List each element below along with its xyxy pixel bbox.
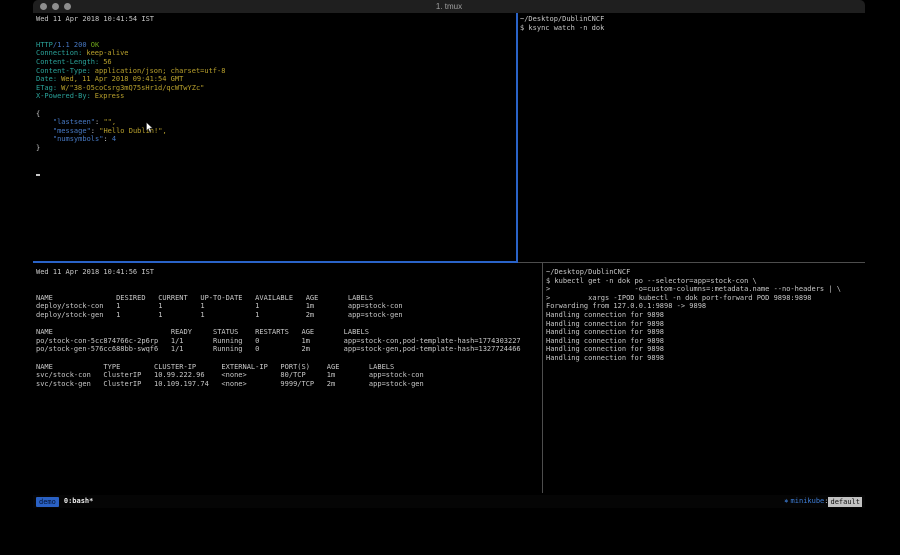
prompt-line (36, 170, 514, 179)
http-header-x-powered-by: X-Powered-By:Express (36, 92, 514, 101)
blank-line (36, 161, 514, 170)
pane-border-horizontal[interactable] (518, 262, 865, 263)
blank-line (36, 101, 514, 110)
traffic-lights (40, 3, 71, 10)
connection-line: Handling connection for 9898 (546, 345, 863, 354)
connection-line: Handling connection for 9898 (546, 328, 863, 337)
table-row: svc/stock-con ClusterIP 10.99.222.96 <no… (36, 371, 540, 380)
table-row: deploy/stock-gen 1 1 1 1 2m app=stock-ge… (36, 311, 540, 320)
desktop-background: 1. tmux Wed 11 Apr 2018 10:41:54 IST HTT… (0, 0, 900, 555)
blank-line (36, 32, 514, 41)
terminal-window: 1. tmux Wed 11 Apr 2018 10:41:54 IST HTT… (33, 0, 865, 509)
http-header-content-type: Content-Type:application/json; charset=u… (36, 67, 514, 76)
http-header-date: Date:Wed, 11 Apr 2018 09:41:54 GMT (36, 75, 514, 84)
pod-table-header: NAME READY STATUS RESTARTS AGE LABELS (36, 328, 540, 337)
pane-kubectl-watch[interactable]: Wed 11 Apr 2018 10:41:56 IST NAME DESIRE… (36, 268, 540, 493)
pane-border-vertical[interactable] (542, 263, 543, 493)
json-field-lastseen: "lastseen": "", (36, 118, 514, 127)
table-row: po/stock-gen-576cc688bb-swqf6 1/1 Runnin… (36, 345, 540, 354)
blank-line (36, 153, 514, 162)
http-keyword: HTTP (36, 41, 53, 49)
timestamp-line: Wed 11 Apr 2018 10:41:54 IST (36, 15, 514, 24)
connection-line: Handling connection for 9898 (546, 337, 863, 346)
pane-port-forward[interactable]: ~/Desktop/DublinCNCF $ kubectl get -n do… (546, 268, 863, 493)
status-right: ⎈ minikube : default (784, 495, 862, 508)
svc-table-header: NAME TYPE CLUSTER-IP EXTERNAL-IP PORT(S)… (36, 363, 540, 372)
status-left: demo 0:bash* (36, 495, 93, 508)
helm-icon: ⎈ (784, 495, 788, 508)
connection-line: Handling connection for 9898 (546, 354, 863, 363)
json-close-brace: } (36, 144, 514, 153)
table-row: svc/stock-gen ClusterIP 10.109.197.74 <n… (36, 380, 540, 389)
http-reason: OK (91, 41, 99, 49)
deploy-table-header: NAME DESIRED CURRENT UP-TO-DATE AVAILABL… (36, 294, 540, 303)
pane-border-active-horizontal[interactable] (33, 261, 518, 263)
cwd-line: ~/Desktop/DublinCNCF (546, 268, 863, 277)
pane-border-active-vertical[interactable] (516, 13, 518, 262)
http-header-etag: ETag:W/"38-O5coCsrg3mQ75sHr1d/qcWTwYZc" (36, 84, 514, 93)
minimize-button[interactable] (52, 3, 59, 10)
blank-line (36, 285, 540, 294)
command-line: $ ksync watch -n dok (520, 24, 863, 33)
command-continuation-line: > xargs -IPOD kubectl -n dok port-forwar… (546, 294, 863, 303)
json-field-message: "message": "Hello Dublin!", (36, 127, 514, 136)
mouse-pointer-icon (146, 122, 154, 133)
command-line: $ kubectl get -n dok po --selector=app=s… (546, 277, 863, 286)
json-field-numsymbols: "numsymbols": 4 (36, 135, 514, 144)
command-continuation-line: > -o=custom-columns=:metadata.name --no-… (546, 285, 863, 294)
close-button[interactable] (40, 3, 47, 10)
blank-line (36, 354, 540, 363)
terminal-cursor (36, 174, 40, 176)
kube-namespace: default (828, 497, 862, 507)
http-header-content-length: Content-Length:56 (36, 58, 514, 67)
table-row: po/stock-con-5cc874766c-2p6rp 1/1 Runnin… (36, 337, 540, 346)
window-title: 1. tmux (33, 0, 865, 13)
session-name-badge[interactable]: demo (36, 497, 59, 507)
connection-line: Handling connection for 9898 (546, 311, 863, 320)
kube-context: minikube (791, 495, 825, 508)
blank-line (36, 320, 540, 329)
pane-http-response[interactable]: Wed 11 Apr 2018 10:41:54 IST HTTP/1.1 20… (36, 15, 514, 261)
window-label[interactable]: 0:bash* (64, 495, 94, 508)
zoom-button[interactable] (64, 3, 71, 10)
connection-line: Handling connection for 9898 (546, 320, 863, 329)
table-row: deploy/stock-con 1 1 1 1 1m app=stock-co… (36, 302, 540, 311)
pane-ksync[interactable]: ~/Desktop/DublinCNCF $ ksync watch -n do… (520, 15, 863, 261)
json-open-brace: { (36, 110, 514, 119)
forwarding-line: Forwarding from 127.0.0.1:9898 -> 9898 (546, 302, 863, 311)
http-status-line: HTTP/1.1 200 OK (36, 41, 514, 50)
http-version-code: /1.1 200 (53, 41, 91, 49)
blank-line (36, 24, 514, 33)
blank-line (36, 277, 540, 286)
cwd-line: ~/Desktop/DublinCNCF (520, 15, 863, 24)
tmux-status-bar: demo 0:bash* ⎈ minikube : default (33, 495, 865, 508)
http-header-connection: Connection:keep-alive (36, 49, 514, 58)
timestamp-line: Wed 11 Apr 2018 10:41:56 IST (36, 268, 540, 277)
window-titlebar[interactable]: 1. tmux (33, 0, 865, 13)
